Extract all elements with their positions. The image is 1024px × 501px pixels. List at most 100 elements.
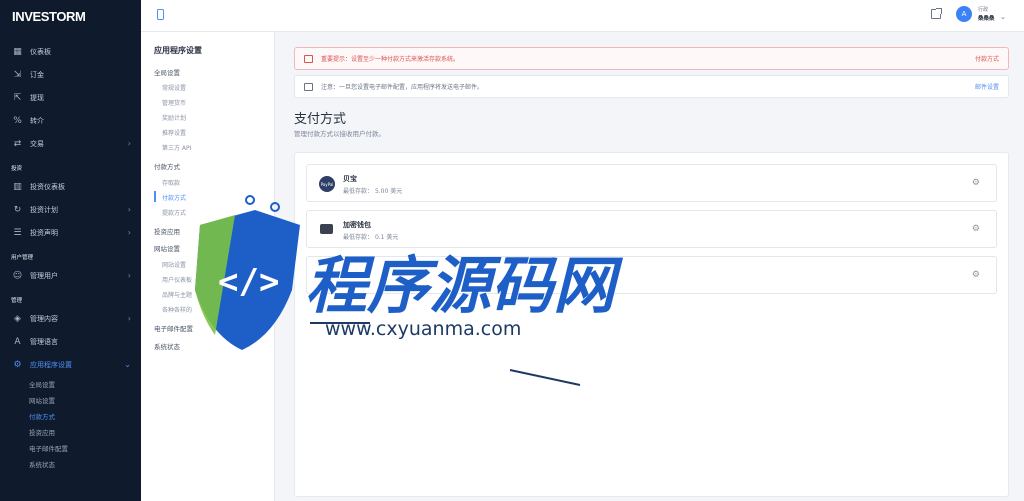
gear-icon[interactable]: ⚙ xyxy=(972,224,980,234)
chevron-right-icon: › xyxy=(127,271,131,280)
subnav-group-system[interactable]: 系统状态 xyxy=(154,341,180,351)
users-icon: ☺ xyxy=(12,270,23,281)
sidebar-item-label: 交易 xyxy=(30,139,44,148)
sidebar-section-users: 用户管理 xyxy=(11,255,34,261)
subnav-group-invest[interactable]: 投资应用 xyxy=(154,226,180,236)
subnav-item[interactable]: 各种各样的 xyxy=(162,305,192,314)
sidebar-section-invest: 投资 xyxy=(11,166,23,172)
payment-methods-card: PayPal 贝宝 最低存款： 5.00 美元 ⚙ 加密钱包 最低存款： 0.1… xyxy=(294,152,1009,497)
active-indicator xyxy=(154,191,156,202)
subnav-item[interactable]: 管理货币 xyxy=(162,98,186,107)
alert-payment-required: 重要提示：设置至少一种付款方式来激活存款系统。 付款方式 xyxy=(294,47,1009,70)
wallet-icon xyxy=(320,224,333,234)
method-min-deposit: 最低存款： 0.1 美元 xyxy=(343,234,399,241)
sidebar-subitem[interactable]: 网站设置 xyxy=(0,392,141,408)
sidebar-item[interactable]: A 管理语言 xyxy=(0,330,141,353)
chevron-right-icon: › xyxy=(127,228,131,237)
main-content: 重要提示：设置至少一种付款方式来激活存款系统。 付款方式 注意：一旦您设置电子邮… xyxy=(275,32,1024,501)
gear-icon[interactable]: ⚙ xyxy=(972,178,980,188)
subnav-item[interactable]: 品牌与主题 xyxy=(162,290,192,299)
subnav-item[interactable]: 第三方 API xyxy=(162,143,191,152)
transaction-icon: ⇄ xyxy=(13,138,22,149)
sidebar-item-label: 管理用户 xyxy=(30,271,58,280)
subnav-item[interactable]: 网站设置 xyxy=(162,260,186,269)
subnav-item[interactable]: 用户仪表板 xyxy=(162,275,192,284)
sidebar-item-label: 仪表板 xyxy=(30,47,51,56)
content-icon: ◈ xyxy=(14,313,21,324)
subnav-group-email[interactable]: 电子邮件配置 xyxy=(154,323,193,333)
sidebar-item-label: 投资仪表板 xyxy=(30,182,65,191)
subnav-group-website[interactable]: 网站设置 xyxy=(154,243,180,253)
subnav-item[interactable]: 推荐设置 xyxy=(162,128,186,137)
page-title: 支付方式 xyxy=(294,112,347,127)
sidebar-item-label: 管理语言 xyxy=(30,337,58,346)
user-name[interactable]: 行政 xyxy=(978,6,988,13)
sidebar-item-label: 提现 xyxy=(30,93,44,102)
chevron-down-icon: ⌄ xyxy=(124,360,131,369)
email-settings-link[interactable]: 邮件设置 xyxy=(975,82,999,91)
gear-icon[interactable]: ⚙ xyxy=(972,270,980,280)
page-subtitle: 管理付款方式以接收用户付款。 xyxy=(294,130,385,138)
mobile-menu-icon[interactable] xyxy=(157,9,164,20)
subnav-group-global[interactable]: 全局设置 xyxy=(154,67,180,77)
settings-subpanel: 应用程序设置 全局设置 常规设置 管理货币 奖励计划 推荐设置 第三方 API … xyxy=(141,32,275,501)
sidebar-nav: ▦ 仪表板 ⇲ 订金 ⇱ 提现% 转介 ⇄ 交易 › 投资 ▥ 投资仪表板 ↻ 投资计划 › ☰ 投资声明 › … xyxy=(0,32,141,472)
subnav-item[interactable]: 常规设置 xyxy=(162,83,186,92)
app-logo[interactable]: INVESTORM xyxy=(0,0,141,32)
subnav-group-payment[interactable]: 付款方式 xyxy=(154,161,180,171)
payment-method-row[interactable]: 加密钱包 最低存款： 0.1 美元 ⚙ xyxy=(306,210,997,248)
subnav-item[interactable]: 提款方式 xyxy=(162,208,186,217)
sidebar-item[interactable]: ▦ 仪表板 xyxy=(0,40,141,63)
sidebar-item[interactable]: ⇱ 提现 xyxy=(0,86,141,109)
settings-title: 应用程序设置 xyxy=(154,46,202,55)
subnav-item-active[interactable]: 付款方式 xyxy=(162,193,186,202)
sidebar-item-label: 应用程序设置 xyxy=(30,360,72,369)
subnav-item[interactable]: 存取款 xyxy=(162,178,180,187)
sidebar-item[interactable]: ☰ 投资声明 › xyxy=(0,221,141,244)
sidebar-item-label: 订金 xyxy=(30,70,44,79)
sidebar-subitem[interactable]: 付款方式 xyxy=(0,408,141,424)
sidebar-item[interactable]: ◈ 管理内容 › xyxy=(0,307,141,330)
method-name: 加密钱包 xyxy=(343,221,371,229)
payment-method-row[interactable]: ⚙ xyxy=(306,256,997,294)
settings-icon: ⚙ xyxy=(13,359,22,370)
top-bar: A 行政 桑桑桑 ⌄ xyxy=(141,0,1024,32)
sidebar-item[interactable]: ↻ 投资计划 › xyxy=(0,198,141,221)
sidebar-subitem[interactable]: 系统状态 xyxy=(0,456,141,472)
sidebar-item[interactable]: % 转介 xyxy=(0,109,141,132)
main-sidebar: INVESTORM ▦ 仪表板 ⇲ 订金 ⇱ 提现% 转介 ⇄ 交易 › 投资 ▥ 投资仪表板 ↻ 投资… xyxy=(0,0,141,501)
chart-icon: ▥ xyxy=(13,181,22,192)
external-link-icon[interactable] xyxy=(931,8,942,19)
user-role[interactable]: 桑桑桑 xyxy=(978,14,995,22)
sidebar-item[interactable]: ⇲ 订金 xyxy=(0,63,141,86)
referral-icon: % xyxy=(13,115,22,126)
subnav-item[interactable]: 奖励计划 xyxy=(162,113,186,122)
alert-text: 注意：一旦您设置电子邮件配置，应用程序将发送电子邮件。 xyxy=(321,84,484,91)
payment-methods-link[interactable]: 付款方式 xyxy=(975,54,999,63)
paypal-icon: PayPal xyxy=(319,176,335,192)
plan-icon: ↻ xyxy=(13,204,22,215)
chevron-right-icon: › xyxy=(127,314,131,323)
withdraw-icon: ⇱ xyxy=(13,92,22,103)
sidebar-section-manage: 管理 xyxy=(11,298,23,304)
sidebar-item[interactable]: ⇄ 交易 › xyxy=(0,132,141,155)
alert-text: 重要提示：设置至少一种付款方式来激活存款系统。 xyxy=(321,56,460,63)
dashboard-icon: ▦ xyxy=(13,46,22,57)
chevron-down-icon[interactable]: ⌄ xyxy=(1000,13,1006,21)
chevron-right-icon: › xyxy=(127,205,131,214)
method-min-deposit: 最低存款： 5.00 美元 xyxy=(343,188,403,195)
avatar[interactable]: A xyxy=(956,6,972,22)
sidebar-subitem[interactable]: 投资应用 xyxy=(0,424,141,440)
sidebar-item[interactable]: ▥ 投资仪表板 xyxy=(0,175,141,198)
sidebar-item[interactable]: ☺ 管理用户 › xyxy=(0,264,141,287)
sidebar-item[interactable]: ⚙ 应用程序设置 ⌄ xyxy=(0,353,141,376)
sidebar-subitem[interactable]: 全局设置 xyxy=(0,376,141,392)
sidebar-subitem[interactable]: 电子邮件配置 xyxy=(0,440,141,456)
sidebar-item-label: 投资声明 xyxy=(30,228,58,237)
chevron-right-icon: › xyxy=(127,139,131,148)
mail-icon xyxy=(304,82,313,91)
alert-email-notice: 注意：一旦您设置电子邮件配置，应用程序将发送电子邮件。 邮件设置 xyxy=(294,75,1009,98)
payment-method-row[interactable]: PayPal 贝宝 最低存款： 5.00 美元 ⚙ xyxy=(306,164,997,202)
deposit-icon: ⇲ xyxy=(13,69,22,80)
sidebar-item-label: 管理内容 xyxy=(30,314,58,323)
